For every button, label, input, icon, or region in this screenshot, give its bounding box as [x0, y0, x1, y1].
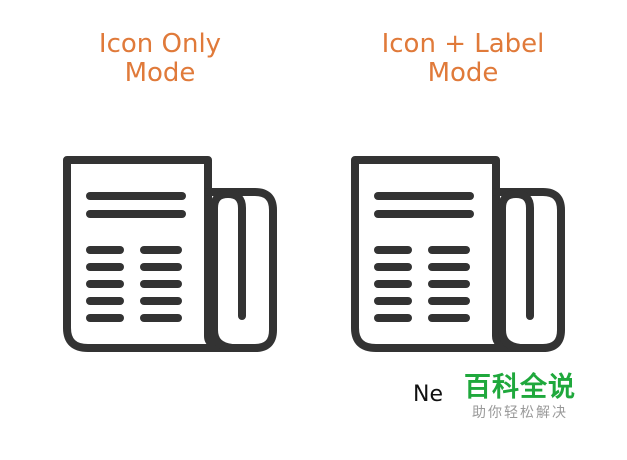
watermark-title: 百科全说 — [464, 372, 576, 403]
panel-title-icon-only: Icon Only Mode — [60, 30, 260, 88]
icon-label: Ne — [413, 382, 443, 407]
watermark-logo: 百科全说 助你轻松解决 — [464, 372, 594, 422]
panel-title-line-2: Mode — [124, 58, 196, 88]
watermark-subtitle: 助你轻松解决 — [472, 405, 568, 421]
newspaper-icon[interactable] — [350, 152, 566, 362]
panel-title-line-2: Mode — [427, 58, 499, 88]
newspaper-icon[interactable] — [62, 152, 278, 362]
panel-title-line-1: Icon Only — [98, 29, 222, 59]
panel-title-icon-label: Icon + Label Mode — [363, 30, 563, 88]
panel-title-line-1: Icon + Label — [381, 29, 545, 59]
